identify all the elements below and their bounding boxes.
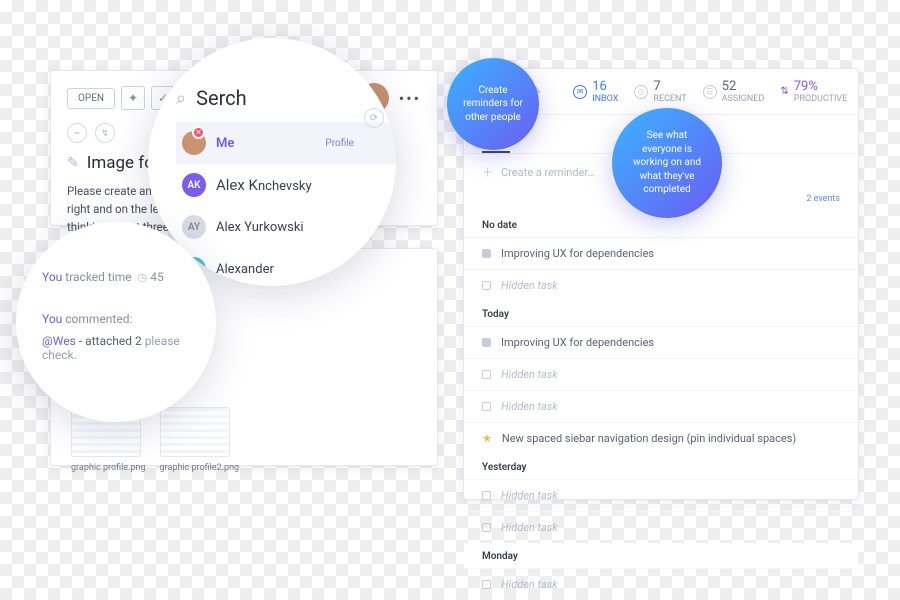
hidden-task-row[interactable]: Hidden task — [464, 479, 858, 511]
person-label: Alex Yurkowski — [216, 220, 304, 235]
avatar: AK — [182, 173, 206, 197]
callout-reminders: Create reminders for other people — [447, 58, 539, 150]
open-status-button[interactable]: OPEN — [67, 88, 115, 109]
clock-icon: ◷ — [138, 271, 148, 284]
comment-zoom-lens: You tracked time ◷45 You commented: @Wes… — [16, 222, 216, 422]
remove-badge-icon[interactable]: ✕ — [192, 126, 205, 139]
callout-activity: See what everyone is working on and what… — [612, 108, 722, 218]
task-text: New spaced siebar navigation design (pin… — [502, 432, 796, 445]
mention[interactable]: @Wes — [42, 334, 76, 348]
search-zoom-lens: ⌕ Serch Me Profile AK Alex Knchevsky AY … — [148, 38, 396, 286]
person-result[interactable]: AZ Alexander — [176, 248, 396, 286]
person-result-me[interactable]: Me Profile — [176, 122, 396, 164]
checkbox-icon — [482, 402, 491, 411]
task-text: Improving UX for dependencies — [501, 247, 654, 260]
refresh-icon[interactable]: ⟳ — [364, 108, 384, 128]
plus-icon: ＋ — [482, 164, 493, 180]
person-label: Alexander — [216, 262, 274, 277]
more-icon[interactable]: ••• — [399, 89, 421, 108]
group-header: Monday — [464, 543, 858, 568]
inbox-icon: ✉ — [573, 85, 587, 99]
person-label: Alex Knchevsky — [216, 176, 312, 194]
checkbox-icon — [482, 281, 491, 290]
trend-icon: ⇅ — [780, 86, 788, 97]
task-text: Hidden task — [501, 279, 558, 292]
link-icon[interactable]: ↯ — [95, 123, 115, 143]
search-input[interactable]: Serch — [196, 86, 247, 110]
checkbox-icon — [482, 580, 491, 589]
thumbnail-label: graphic profile2.png — [160, 463, 240, 473]
star-icon: ★ — [482, 432, 492, 445]
group-header: Today — [464, 301, 858, 326]
hidden-task-row[interactable]: Hidden task — [464, 269, 858, 301]
task-text: Hidden task — [501, 400, 558, 413]
person-result[interactable]: AK Alex Knchevsky — [176, 164, 396, 206]
thumbnail-label: graphic profile.png — [71, 463, 146, 473]
recent-icon: ◷ — [634, 85, 648, 99]
tag-icon[interactable]: ⌁ — [67, 123, 87, 143]
tracked-time-line: You tracked time ◷45 — [42, 270, 216, 284]
task-row[interactable]: Improving UX for dependencies — [464, 237, 858, 269]
task-text: Hidden task — [501, 578, 558, 591]
task-icon: ✎ — [67, 155, 79, 171]
checkbox-icon — [482, 249, 491, 258]
group-header: Yesterday — [464, 454, 858, 479]
person-result[interactable]: AY Alex Yurkowski — [176, 206, 396, 248]
checkbox-icon — [482, 338, 491, 347]
events-link[interactable]: 2 events — [806, 194, 840, 204]
star-button[interactable]: ✦ — [121, 86, 145, 110]
stat-assigned[interactable]: ☰ 52ASSIGNED — [703, 79, 765, 104]
task-row[interactable]: Improving UX for dependencies — [464, 326, 858, 358]
search-icon: ⌕ — [176, 88, 186, 109]
avatar: AY — [182, 215, 206, 239]
checkbox-icon — [482, 370, 491, 379]
hidden-task-row[interactable]: Hidden task — [464, 358, 858, 390]
search-row: ⌕ Serch — [176, 80, 396, 122]
hidden-task-row[interactable]: Hidden task — [464, 390, 858, 422]
assigned-icon: ☰ — [703, 85, 717, 99]
task-text: Hidden task — [501, 521, 558, 534]
checkbox-icon — [482, 491, 491, 500]
commented-line: You commented: — [42, 312, 216, 326]
task-text: Hidden task — [501, 489, 558, 502]
checkbox-icon — [482, 523, 491, 532]
task-row[interactable]: ★ New spaced siebar navigation design (pi… — [464, 422, 858, 454]
hidden-task-row[interactable]: Hidden task — [464, 568, 858, 600]
stat-productive[interactable]: ⇅ 79%PRODUCTIVE — [780, 79, 847, 104]
task-text: Improving UX for dependencies — [501, 336, 654, 349]
person-label: Me — [216, 136, 234, 151]
stat-recent[interactable]: ◷ 7RECENT — [634, 79, 686, 104]
comment-body: @Wes - attached 2 please check. — [42, 334, 216, 362]
profile-tag: Profile — [325, 138, 354, 149]
task-text: Hidden task — [501, 368, 558, 381]
stat-inbox[interactable]: ✉ 16INBOX — [573, 79, 618, 104]
thumbnail-image — [160, 407, 230, 457]
hidden-task-row[interactable]: Hidden task — [464, 511, 858, 543]
attachment-thumb[interactable]: graphic profile2.png — [160, 407, 240, 473]
